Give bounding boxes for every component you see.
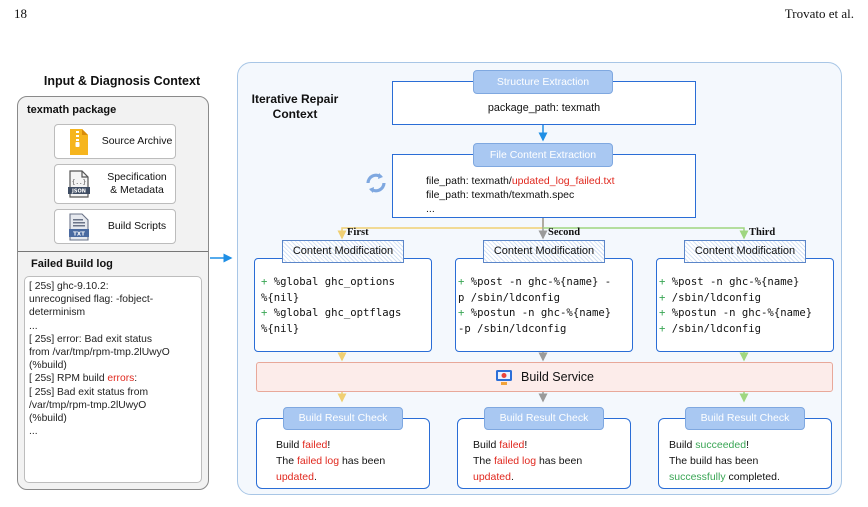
package-path-text: package_path: texmath (487, 102, 601, 114)
modification-code-2: + %post -n ghc-%{name} - p /sbin/ldconfi… (458, 276, 612, 335)
status-succeeded: succeeded (695, 439, 747, 451)
content-modification-label-1: Content Modification (282, 240, 404, 263)
status-failed: failed (302, 439, 328, 451)
build-result-text-3: Build succeeded! The build has been succ… (669, 439, 780, 483)
build-result-text-2: Build failed! The failed log has been up… (473, 439, 583, 483)
build-result-label-3: Build Result Check (685, 407, 805, 430)
updated-log-path: updated_log_failed.txt (511, 175, 615, 187)
iteration-second-label: Second (548, 227, 581, 238)
file-path-line: file_path: texmath/texmath.spec (426, 189, 575, 201)
build-server-icon (496, 370, 513, 385)
build-service-bar: Build Service (256, 362, 833, 392)
content-modification-label-2: Content Modification (483, 240, 605, 263)
modification-code-3: + %post -n ghc-%{name} + /sbin/ldconfig … (659, 276, 813, 335)
refresh-icon (366, 173, 386, 193)
build-service-label: Build Service (521, 370, 594, 384)
build-result-label-2: Build Result Check (484, 407, 604, 430)
file-path-line: ... (426, 203, 435, 215)
content-modification-box-3: + %post -n ghc-%{name} + /sbin/ldconfig … (656, 258, 834, 352)
file-path-list: file_path: texmath/updated_log_failed.tx… (426, 174, 615, 216)
status-failed: failed (499, 439, 525, 451)
file-content-label: File Content Extraction (473, 143, 613, 167)
content-modification-label-3: Content Modification (684, 240, 806, 263)
build-result-label-1: Build Result Check (283, 407, 403, 430)
iteration-first-label: First (347, 227, 369, 238)
content-modification-box-2: + %post -n ghc-%{name} - p /sbin/ldconfi… (455, 258, 633, 352)
structure-extraction-label: Structure Extraction (473, 70, 613, 94)
first-arrow (337, 216, 544, 240)
content-modification-box-1: + %global ghc_options %{nil} + %global g… (254, 258, 432, 352)
file-path-line: file_path: texmath/updated_log_failed.tx… (426, 175, 615, 187)
build-result-text-1: Build failed! The failed log has been up… (276, 439, 386, 483)
iteration-third-label: Third (749, 227, 776, 238)
modification-code-1: + %global ghc_options %{nil} + %global g… (261, 276, 402, 335)
